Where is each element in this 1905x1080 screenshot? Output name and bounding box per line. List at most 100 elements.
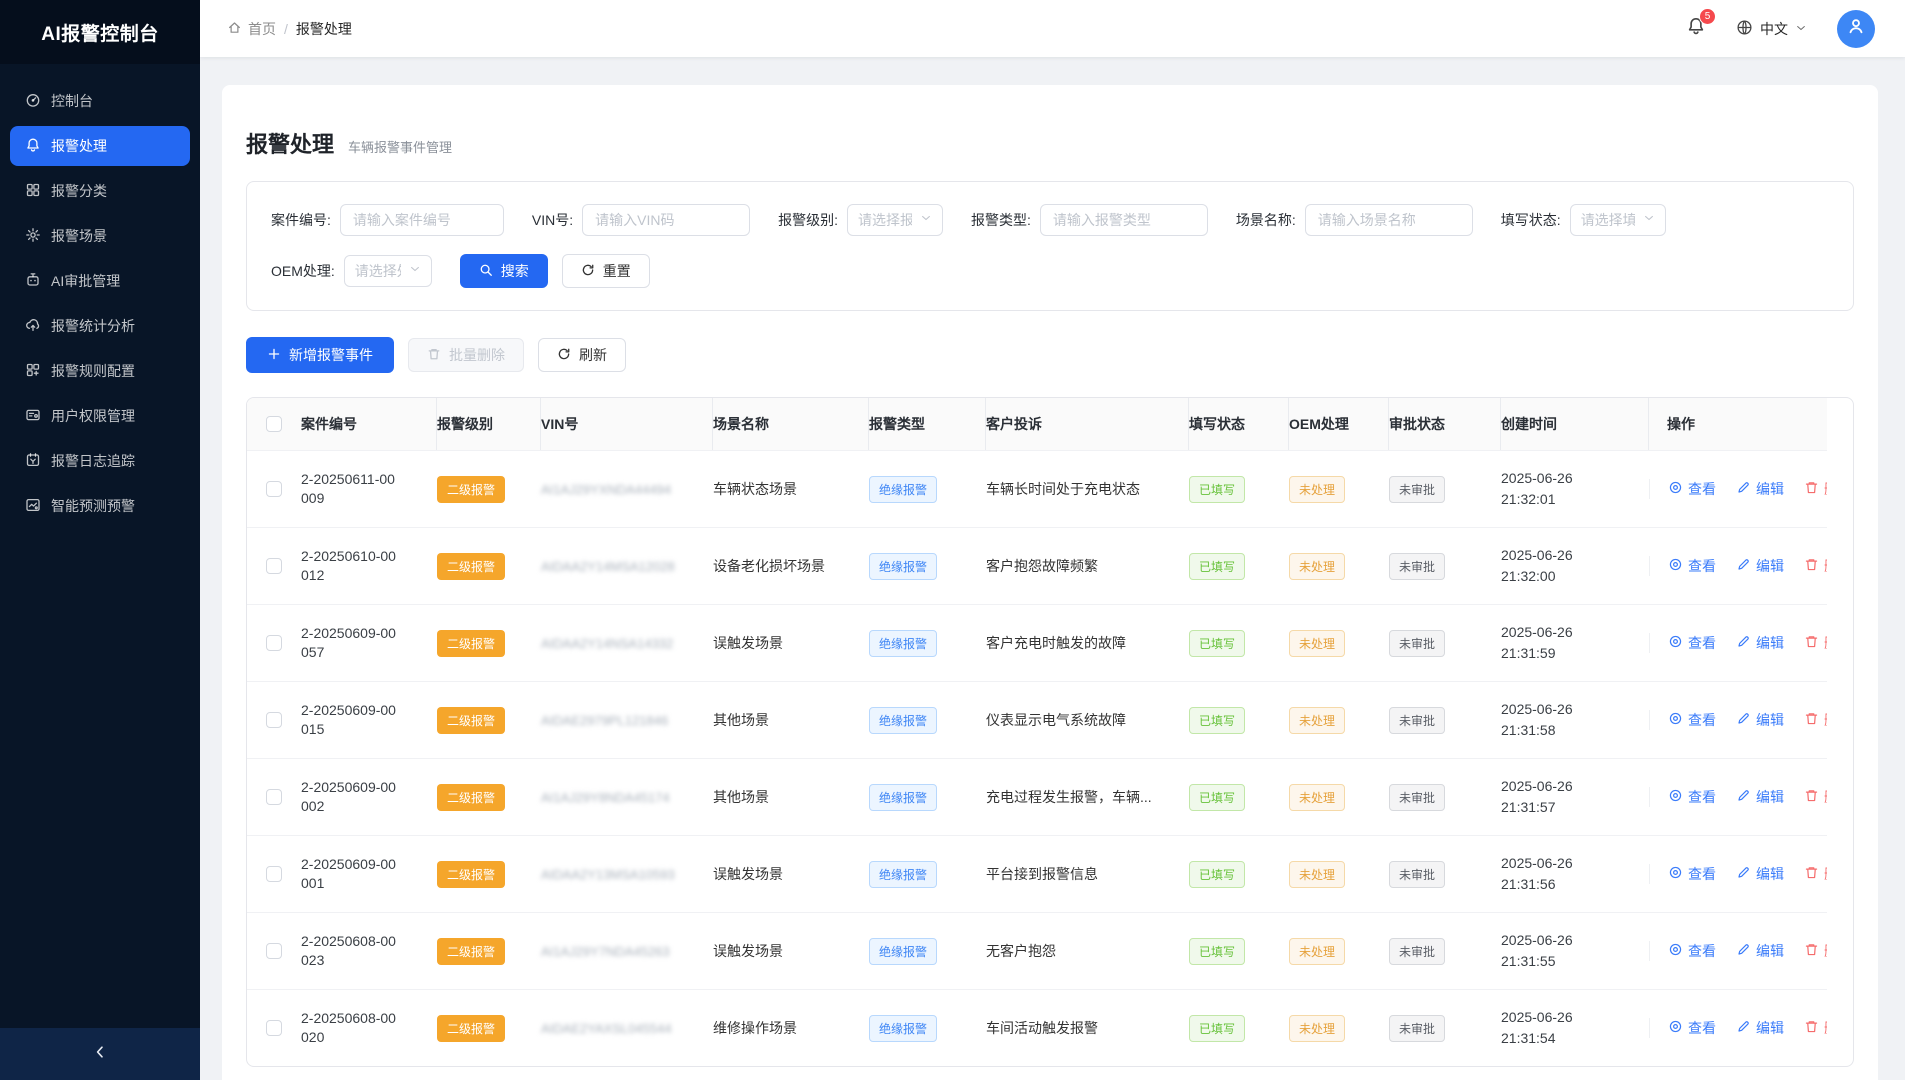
filter-alarm-type-input[interactable] — [1040, 204, 1208, 236]
chevron-down-icon — [920, 211, 932, 229]
eye-icon — [1668, 942, 1683, 960]
sidebar-item-9[interactable]: 报警日志追踪 — [10, 441, 190, 481]
table-row: 2-20250609-00002 二级报警 AI1AJ29Y8NDA45174 … — [247, 758, 1827, 835]
top-header: 首页 / 报警处理 5 中文 — [200, 0, 1905, 57]
filter-fill-status-select[interactable]: 请选择填... — [1570, 204, 1666, 236]
view-button[interactable]: 查看 — [1668, 864, 1716, 884]
notification-bell-button[interactable]: 5 — [1686, 16, 1706, 41]
globe-icon — [1736, 19, 1753, 39]
vin-text: AI1AJ29Y7NDA45263 — [541, 944, 670, 959]
breadcrumb-current: 报警处理 — [296, 19, 352, 39]
view-button[interactable]: 查看 — [1668, 479, 1716, 499]
home-icon — [227, 20, 242, 38]
reset-button[interactable]: 重置 — [562, 254, 650, 288]
row-checkbox[interactable] — [266, 712, 282, 728]
edit-button[interactable]: 编辑 — [1736, 1018, 1784, 1038]
delete-button[interactable]: 删除 — [1804, 864, 1827, 884]
created-time: 2025-06-2621:31:57 — [1501, 776, 1573, 818]
oem-status-badge: 未处理 — [1289, 1015, 1345, 1042]
sidebar-item-4[interactable]: 报警场景 — [10, 216, 190, 256]
row-checkbox[interactable] — [266, 866, 282, 882]
batch-delete-button[interactable]: 批量删除 — [408, 338, 524, 372]
sidebar-item-5[interactable]: AI审批管理 — [10, 261, 190, 301]
delete-button[interactable]: 删除 — [1804, 1018, 1827, 1038]
delete-button[interactable]: 删除 — [1804, 479, 1827, 499]
refresh-button[interactable]: 刷新 — [538, 338, 626, 372]
alarm-type-badge: 绝缘报警 — [869, 1015, 937, 1042]
search-button[interactable]: 搜索 — [460, 254, 548, 288]
delete-button[interactable]: 删除 — [1804, 556, 1827, 576]
view-button[interactable]: 查看 — [1668, 1018, 1716, 1038]
row-checkbox[interactable] — [266, 943, 282, 959]
filter-oem-process-select[interactable]: 请选择处... — [344, 255, 432, 287]
filter-vin-input[interactable] — [582, 204, 750, 236]
edit-button[interactable]: 编辑 — [1736, 864, 1784, 884]
edit-button[interactable]: 编辑 — [1736, 941, 1784, 961]
complaint-text: 客户充电时触发的故障 — [986, 633, 1126, 653]
view-button[interactable]: 查看 — [1668, 787, 1716, 807]
approve-status-badge: 未审批 — [1389, 1015, 1445, 1042]
edit-button[interactable]: 编辑 — [1736, 787, 1784, 807]
delete-button[interactable]: 删除 — [1804, 710, 1827, 730]
sidebar-item-7[interactable]: 报警规则配置 — [10, 351, 190, 391]
filter-field: 场景名称: — [1236, 204, 1473, 236]
table-header-row: 案件编号报警级别VIN号场景名称报警类型客户投诉填写状态OEM处理审批状态创建时… — [247, 398, 1827, 450]
column-header-5: 报警类型 — [869, 398, 986, 450]
select-all-checkbox[interactable] — [266, 416, 282, 432]
filter-field-label: VIN号: — [532, 210, 573, 230]
delete-button[interactable]: 删除 — [1804, 787, 1827, 807]
approve-status-badge: 未审批 — [1389, 938, 1445, 965]
sidebar-collapse-button[interactable] — [0, 1028, 200, 1080]
view-button[interactable]: 查看 — [1668, 710, 1716, 730]
column-header-2: 报警级别 — [437, 398, 541, 450]
header-actions: 5 中文 — [1686, 10, 1875, 48]
pencil-icon — [1736, 557, 1751, 575]
avatar[interactable] — [1837, 10, 1875, 48]
alarm-level-badge: 二级报警 — [437, 1015, 505, 1042]
filter-field-label: 报警类型: — [971, 210, 1031, 230]
delete-button[interactable]: 删除 — [1804, 941, 1827, 961]
sidebar-item-8[interactable]: 用户权限管理 — [10, 396, 190, 436]
row-checkbox[interactable] — [266, 558, 282, 574]
alarm-type-badge: 绝缘报警 — [869, 784, 937, 811]
trash-icon — [1804, 480, 1819, 498]
view-button[interactable]: 查看 — [1668, 556, 1716, 576]
view-button[interactable]: 查看 — [1668, 941, 1716, 961]
filter-scene-name-input[interactable] — [1305, 204, 1473, 236]
column-header-8: OEM处理 — [1289, 398, 1389, 450]
fill-status-badge: 已填写 — [1189, 861, 1245, 888]
language-selector[interactable]: 中文 — [1736, 19, 1807, 39]
created-time: 2025-06-2621:32:00 — [1501, 545, 1573, 587]
edit-button[interactable]: 编辑 — [1736, 556, 1784, 576]
row-checkbox[interactable] — [266, 789, 282, 805]
row-checkbox[interactable] — [266, 1020, 282, 1036]
pencil-icon — [1736, 480, 1751, 498]
sidebar-item-3[interactable]: 报警分类 — [10, 171, 190, 211]
add-alarm-event-button[interactable]: 新增报警事件 — [246, 337, 394, 373]
alarm-level-badge: 二级报警 — [437, 784, 505, 811]
delete-button[interactable]: 删除 — [1804, 633, 1827, 653]
eye-icon — [1668, 480, 1683, 498]
edit-button[interactable]: 编辑 — [1736, 710, 1784, 730]
app-title: AI报警控制台 — [0, 0, 200, 64]
filter-case-no-input[interactable] — [340, 204, 504, 236]
column-header-4: 场景名称 — [713, 398, 869, 450]
sidebar-item-1[interactable]: 控制台 — [10, 81, 190, 121]
row-checkbox[interactable] — [266, 481, 282, 497]
sidebar-item-2[interactable]: 报警处理 — [10, 126, 190, 166]
breadcrumb-home[interactable]: 首页 — [227, 19, 276, 39]
filter-field-label: 案件编号: — [271, 210, 331, 230]
table-scroll-area[interactable]: 案件编号报警级别VIN号场景名称报警类型客户投诉填写状态OEM处理审批状态创建时… — [247, 398, 1827, 1066]
row-checkbox[interactable] — [266, 635, 282, 651]
view-button[interactable]: 查看 — [1668, 633, 1716, 653]
row-actions: 查看 编辑 删除 — [1649, 556, 1827, 576]
log-calendar-icon — [25, 452, 41, 471]
sidebar-item-10[interactable]: 智能预测预警 — [10, 486, 190, 526]
edit-button[interactable]: 编辑 — [1736, 633, 1784, 653]
alarm-level-badge: 二级报警 — [437, 861, 505, 888]
sidebar-item-6[interactable]: 报警统计分析 — [10, 306, 190, 346]
filter-alarm-level-select[interactable]: 请选择报... — [847, 204, 943, 236]
approve-status-badge: 未审批 — [1389, 784, 1445, 811]
edit-button[interactable]: 编辑 — [1736, 479, 1784, 499]
row-actions: 查看 编辑 删除 — [1649, 710, 1827, 730]
